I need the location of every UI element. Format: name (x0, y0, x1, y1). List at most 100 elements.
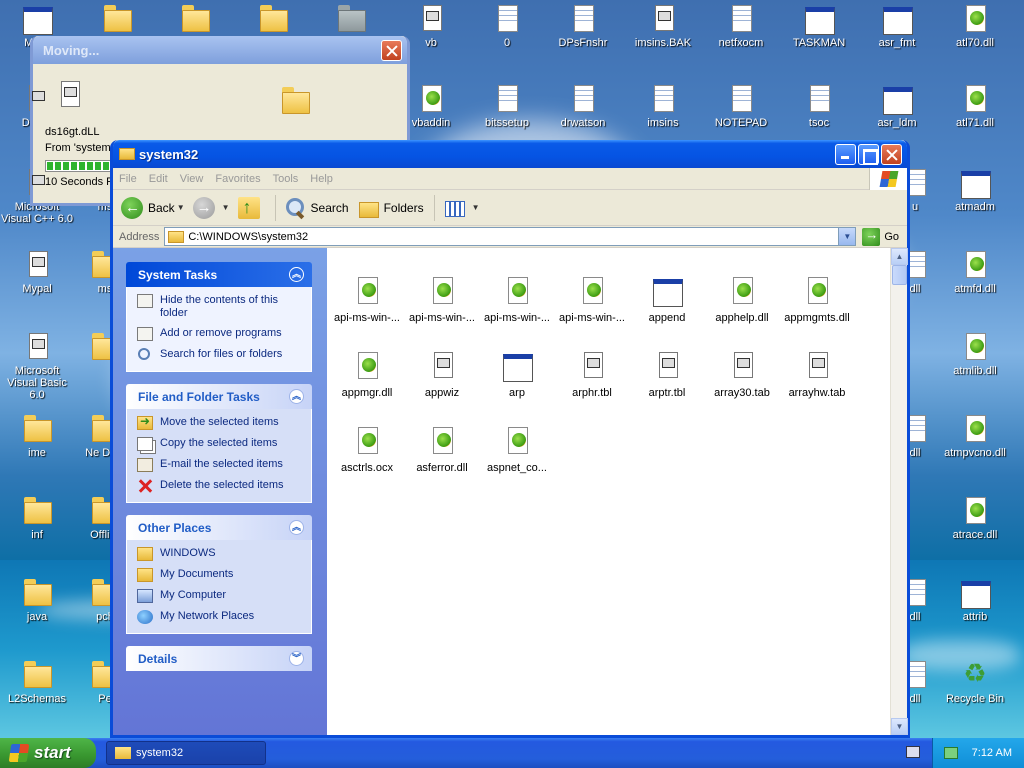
views-dropdown-icon[interactable]: ▼ (472, 203, 480, 212)
file-item[interactable]: array30.tab (704, 349, 780, 399)
desktop-icon[interactable]: 0 (470, 2, 544, 49)
desktop-icon[interactable] (158, 2, 232, 37)
task-link[interactable]: WINDOWS (137, 547, 301, 561)
file-tasks-header[interactable]: File and Folder Tasks ︽ (126, 384, 312, 409)
expand-icon[interactable]: ︾ (289, 651, 304, 666)
folders-button[interactable]: Folders (357, 197, 424, 219)
back-dropdown-icon[interactable]: ▼ (177, 203, 185, 212)
menu-view[interactable]: View (174, 173, 210, 185)
desktop-icon[interactable]: atmlib.dll (938, 330, 1012, 377)
task-link[interactable]: My Documents (137, 568, 301, 582)
collapse-icon[interactable]: ︽ (289, 389, 304, 404)
file-item[interactable]: asferror.dll (404, 424, 480, 474)
details-header[interactable]: Details ︾ (126, 646, 312, 671)
desktop-icon[interactable]: atmadm (938, 166, 1012, 213)
desktop-icon[interactable]: DPsFnshr (546, 2, 620, 49)
maximize-button[interactable] (858, 143, 879, 165)
desktop-icon[interactable] (314, 2, 388, 37)
file-item[interactable]: appmgmts.dll (779, 274, 855, 324)
file-item[interactable]: arptr.tbl (629, 349, 705, 399)
file-item[interactable]: arphr.tbl (554, 349, 630, 399)
menu-favorites[interactable]: Favorites (209, 173, 266, 185)
network-icon[interactable] (943, 747, 958, 759)
desktop-icon[interactable]: netfxocm (704, 2, 778, 49)
desktop-icon[interactable]: atl71.dll (938, 82, 1012, 129)
clock[interactable]: 7:12 AM (972, 747, 1012, 759)
task-link[interactable]: E-mail the selected items (137, 458, 301, 472)
search-button[interactable]: Search (284, 197, 349, 219)
task-link[interactable]: Delete the selected items (137, 479, 301, 493)
task-link[interactable]: My Network Places (137, 610, 301, 624)
start-button[interactable]: start (0, 738, 96, 768)
up-button[interactable] (237, 196, 265, 219)
other-places-header[interactable]: Other Places ︽ (126, 515, 312, 540)
desktop-icon[interactable]: imsins (626, 82, 700, 129)
explorer-window[interactable]: system32 File Edit View Favorites Tools … (110, 140, 910, 738)
forward-button[interactable]: ▼ (192, 196, 230, 219)
task-link[interactable]: Search for files or folders (137, 348, 301, 362)
desktop-icon[interactable] (80, 2, 154, 37)
file-item[interactable]: api-ms-win-... (404, 274, 480, 324)
scroll-thumb[interactable] (892, 265, 907, 285)
file-item[interactable]: api-ms-win-... (329, 274, 405, 324)
desktop-icon[interactable]: atmpvcno.dll (938, 412, 1012, 459)
forward-dropdown-icon[interactable]: ▼ (222, 203, 230, 212)
desktop-icon[interactable]: TASKMAN (782, 2, 856, 49)
menu-edit[interactable]: Edit (143, 173, 174, 185)
desktop-icon[interactable]: tsoc (782, 82, 856, 129)
file-item[interactable]: arrayhw.tab (779, 349, 855, 399)
scroll-down-button[interactable]: ▼ (891, 718, 908, 735)
desktop-icon[interactable]: drwatson (546, 82, 620, 129)
file-item[interactable]: appmgr.dll (329, 349, 405, 399)
address-field[interactable]: C:\WINDOWS\system32 ▼ (164, 227, 857, 246)
task-link[interactable]: Add or remove programs (137, 327, 301, 341)
desktop-icon[interactable]: bitssetup (470, 82, 544, 129)
task-link[interactable]: My Computer (137, 589, 301, 603)
minimize-button[interactable] (835, 143, 856, 165)
desktop-icon[interactable]: asr_ldm (860, 82, 934, 129)
desktop-icon[interactable]: inf (0, 494, 74, 541)
address-dropdown-icon[interactable]: ▼ (838, 228, 856, 245)
scroll-up-button[interactable]: ▲ (891, 248, 908, 265)
taskbar-button-system32[interactable]: system32 (106, 741, 266, 765)
back-button[interactable]: Back ▼ (121, 196, 185, 219)
file-item[interactable]: aspnet_co... (479, 424, 555, 474)
desktop-icon[interactable]: Microsoft Visual Basic 6.0 (0, 330, 74, 401)
file-item[interactable]: asctrls.ocx (329, 424, 405, 474)
collapse-icon[interactable]: ︽ (289, 520, 304, 535)
file-item[interactable]: arp (479, 349, 555, 399)
file-item[interactable]: append (629, 274, 705, 324)
desktop-icon[interactable]: attrib (938, 576, 1012, 623)
file-item[interactable]: api-ms-win-... (479, 274, 555, 324)
desktop-icon[interactable]: atrace.dll (938, 494, 1012, 541)
desktop-icon[interactable]: atmfd.dll (938, 248, 1012, 295)
desktop-icon[interactable] (236, 2, 310, 37)
close-button[interactable] (881, 143, 902, 165)
desktop-icon[interactable]: asr_fmt (860, 2, 934, 49)
explorer-titlebar[interactable]: system32 (113, 140, 907, 168)
desktop-icon[interactable]: A (998, 658, 1024, 705)
moving-titlebar[interactable]: Moving... (33, 36, 407, 64)
menu-tools[interactable]: Tools (267, 173, 305, 185)
views-button[interactable]: ▼ (443, 197, 480, 219)
desktop-icon[interactable]: imsins.BAK (626, 2, 700, 49)
file-item[interactable]: apphelp.dll (704, 274, 780, 324)
go-button[interactable]: Go (862, 227, 899, 246)
desktop-icon[interactable]: NOTEPAD (704, 82, 778, 129)
desktop-icon[interactable]: Mypal (0, 248, 74, 295)
vertical-scrollbar[interactable]: ▲ ▼ (890, 248, 908, 735)
task-link[interactable]: Hide the contents of this folder (137, 294, 301, 320)
menu-help[interactable]: Help (304, 173, 339, 185)
desktop-icon[interactable]: ime (0, 412, 74, 459)
system-tasks-header[interactable]: System Tasks ︽ (126, 262, 312, 287)
desktop-icon[interactable]: atl70.dll (938, 2, 1012, 49)
task-link[interactable]: Move the selected items (137, 415, 301, 430)
menu-file[interactable]: File (113, 173, 143, 185)
moving-close-button[interactable] (381, 39, 402, 61)
file-item[interactable]: api-ms-win-... (554, 274, 630, 324)
task-link[interactable]: Copy the selected items (137, 437, 301, 451)
collapse-icon[interactable]: ︽ (289, 267, 304, 282)
desktop-icon[interactable]: L2Schemas (0, 658, 74, 705)
desktop-icon[interactable]: java (0, 576, 74, 623)
file-item[interactable]: appwiz (404, 349, 480, 399)
